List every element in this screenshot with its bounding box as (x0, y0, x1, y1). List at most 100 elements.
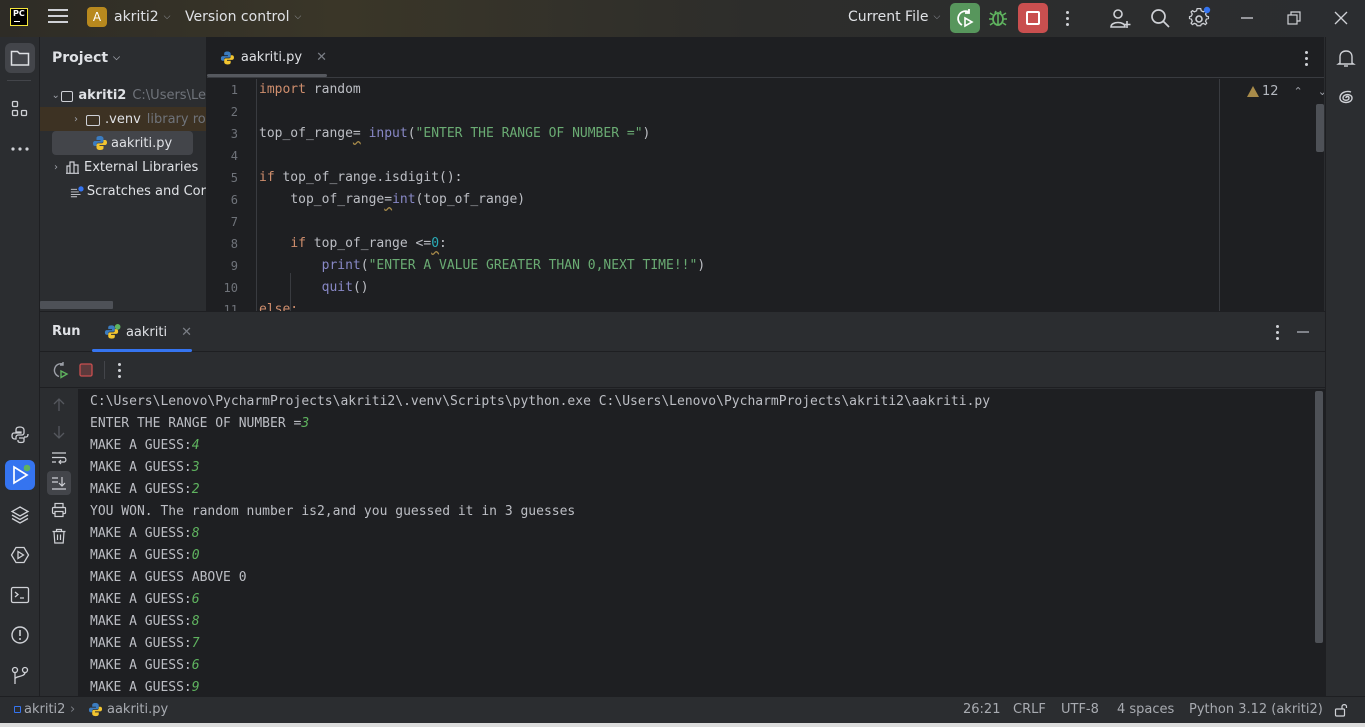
line-number: 8 (230, 237, 238, 251)
console-vertical-scrollbar[interactable] (1315, 391, 1323, 643)
run-config-selector[interactable]: Current File ⌵ (848, 9, 940, 25)
tree-item-label: .venv (105, 111, 141, 127)
stop-button[interactable] (1018, 3, 1048, 33)
arrow-up-icon (53, 398, 65, 411)
console-text: MAKE A GUESS: (90, 460, 192, 475)
hide-panel-button[interactable] (1291, 320, 1315, 344)
rerun-button[interactable] (950, 3, 980, 33)
close-window-button[interactable] (1329, 6, 1353, 30)
arrow-down-icon (53, 426, 65, 439)
debug-button[interactable] (986, 6, 1010, 30)
scroll-up-button[interactable] (47, 393, 71, 417)
restore-button[interactable] (1282, 6, 1306, 30)
number-literal: 0 (431, 236, 440, 251)
layers-tool-button[interactable] (5, 500, 35, 530)
project-tool-button[interactable] (5, 43, 35, 73)
soft-wrap-button[interactable] (47, 446, 71, 470)
console-output[interactable]: C:\Users\Lenovo\PycharmProjects\akriti2\… (78, 389, 1325, 697)
run-panel-options-button[interactable] (1265, 320, 1289, 344)
close-icon (1334, 11, 1348, 25)
terminal-tool-button[interactable] (5, 580, 35, 610)
search-button[interactable] (1148, 6, 1172, 30)
soft-wrap-icon (52, 452, 67, 465)
rerun-button[interactable] (48, 358, 72, 382)
minimize-button[interactable] (1235, 6, 1259, 30)
builtin: print (321, 258, 361, 273)
version-control-menu[interactable]: Version control ⌵ (185, 9, 301, 25)
project-horizontal-scrollbar[interactable] (40, 301, 113, 309)
folder-icon (61, 90, 74, 102)
line-number: 7 (230, 215, 238, 229)
editor-tab-label: aakriti.py (240, 50, 303, 65)
git-tool-button[interactable] (5, 660, 35, 690)
tree-item-label: Scratches and Cor (86, 183, 206, 199)
line-number: 1 (230, 83, 238, 97)
toolbar-divider (7, 80, 31, 81)
line-number: 3 (230, 127, 238, 141)
console-text: MAKE A GUESS: (90, 592, 192, 607)
project-badge[interactable]: A (87, 7, 107, 27)
more-actions-button[interactable] (1055, 6, 1079, 30)
file-encoding[interactable]: UTF-8 (1061, 702, 1099, 717)
python-console-icon (11, 426, 29, 444)
ai-assistant-spiral-icon (1339, 90, 1353, 104)
run-panel-title: Run (52, 324, 81, 339)
project-panel-title[interactable]: Project ⌵ (52, 50, 120, 66)
chevron-right-icon[interactable]: › (74, 114, 86, 125)
more-tools-button[interactable] (5, 134, 35, 164)
run-tab-aakriti[interactable]: aakriti ✕ (92, 312, 192, 352)
line-number-gutter: 1 2 3 4 5 6 7 8 9 10 11 (207, 79, 257, 311)
add-user-button[interactable] (1108, 6, 1132, 30)
indent-setting[interactable]: 4 spaces (1117, 702, 1174, 717)
scroll-down-button[interactable] (47, 420, 71, 444)
scroll-to-end-button[interactable] (47, 471, 71, 495)
close-run-tab-icon[interactable]: ✕ (181, 325, 192, 340)
tree-item-external-libraries[interactable]: › External Libraries (40, 155, 206, 179)
inspection-widget[interactable]: 12 ⌃ ⌄ (1247, 84, 1324, 99)
project-switcher[interactable]: akriti2 ⌵ (114, 9, 170, 25)
readonly-toggle[interactable] (1334, 703, 1348, 717)
chevron-down-icon[interactable]: ⌄ (52, 90, 62, 101)
tree-item-scratches[interactable]: Scratches and Cor (40, 179, 206, 203)
ai-assistant-button[interactable] (1331, 83, 1361, 113)
services-tool-button[interactable] (5, 540, 35, 570)
print-button[interactable] (47, 498, 71, 522)
run-tool-button[interactable] (5, 460, 35, 490)
tree-item-venv[interactable]: › .venv library ro (40, 107, 206, 131)
caret-position[interactable]: 26:21 (963, 702, 1000, 717)
editor-right-divider (1219, 79, 1220, 311)
breadcrumb-project[interactable]: akriti2 (14, 702, 65, 717)
line-separator[interactable]: CRLF (1013, 702, 1046, 717)
problems-tool-button[interactable] (5, 620, 35, 650)
python-interpreter[interactable]: Python 3.12 (akriti2) (1189, 702, 1323, 717)
minimize-icon (1241, 17, 1253, 19)
main-menu-icon[interactable] (48, 9, 68, 27)
run-tab-label: aakriti (125, 324, 168, 340)
run-more-button[interactable] (107, 358, 131, 382)
user-input: 6 (191, 592, 200, 607)
notifications-button[interactable] (1331, 43, 1361, 73)
python-console-tool-button[interactable] (5, 420, 35, 450)
settings-button[interactable] (1188, 6, 1212, 30)
editor-tab-aakriti-py[interactable]: aakriti.py ✕ (207, 37, 327, 78)
chevron-right-icon[interactable]: › (54, 162, 66, 173)
editor-more-button[interactable] (1294, 46, 1318, 70)
string-literal: "ENTER THE RANGE OF NUMBER =" (415, 126, 643, 141)
tree-item-akriti2[interactable]: ⌄ akriti2 C:\Users\Le (40, 83, 206, 107)
console-line: MAKE A GUESS:2 (90, 479, 200, 501)
editor-vertical-scrollbar[interactable] (1316, 104, 1324, 152)
clear-console-button[interactable] (47, 524, 71, 548)
line-number: 5 (230, 171, 238, 185)
project-name: akriti2 (114, 9, 159, 25)
tree-item-aakriti-py[interactable]: aakriti.py (40, 131, 206, 155)
previous-warning-icon[interactable]: ⌃ (1294, 85, 1303, 98)
breadcrumb-file[interactable]: aakriti.py (88, 702, 168, 717)
right-tool-window-bar (1325, 37, 1365, 696)
line-number: 9 (230, 259, 238, 273)
next-warning-icon[interactable]: ⌄ (1318, 85, 1324, 98)
structure-tool-button[interactable] (5, 94, 35, 124)
user-input: 3 (301, 416, 310, 431)
close-tab-icon[interactable]: ✕ (316, 50, 327, 65)
stop-process-button[interactable] (74, 358, 98, 382)
code-text: top_of_range (290, 192, 385, 207)
